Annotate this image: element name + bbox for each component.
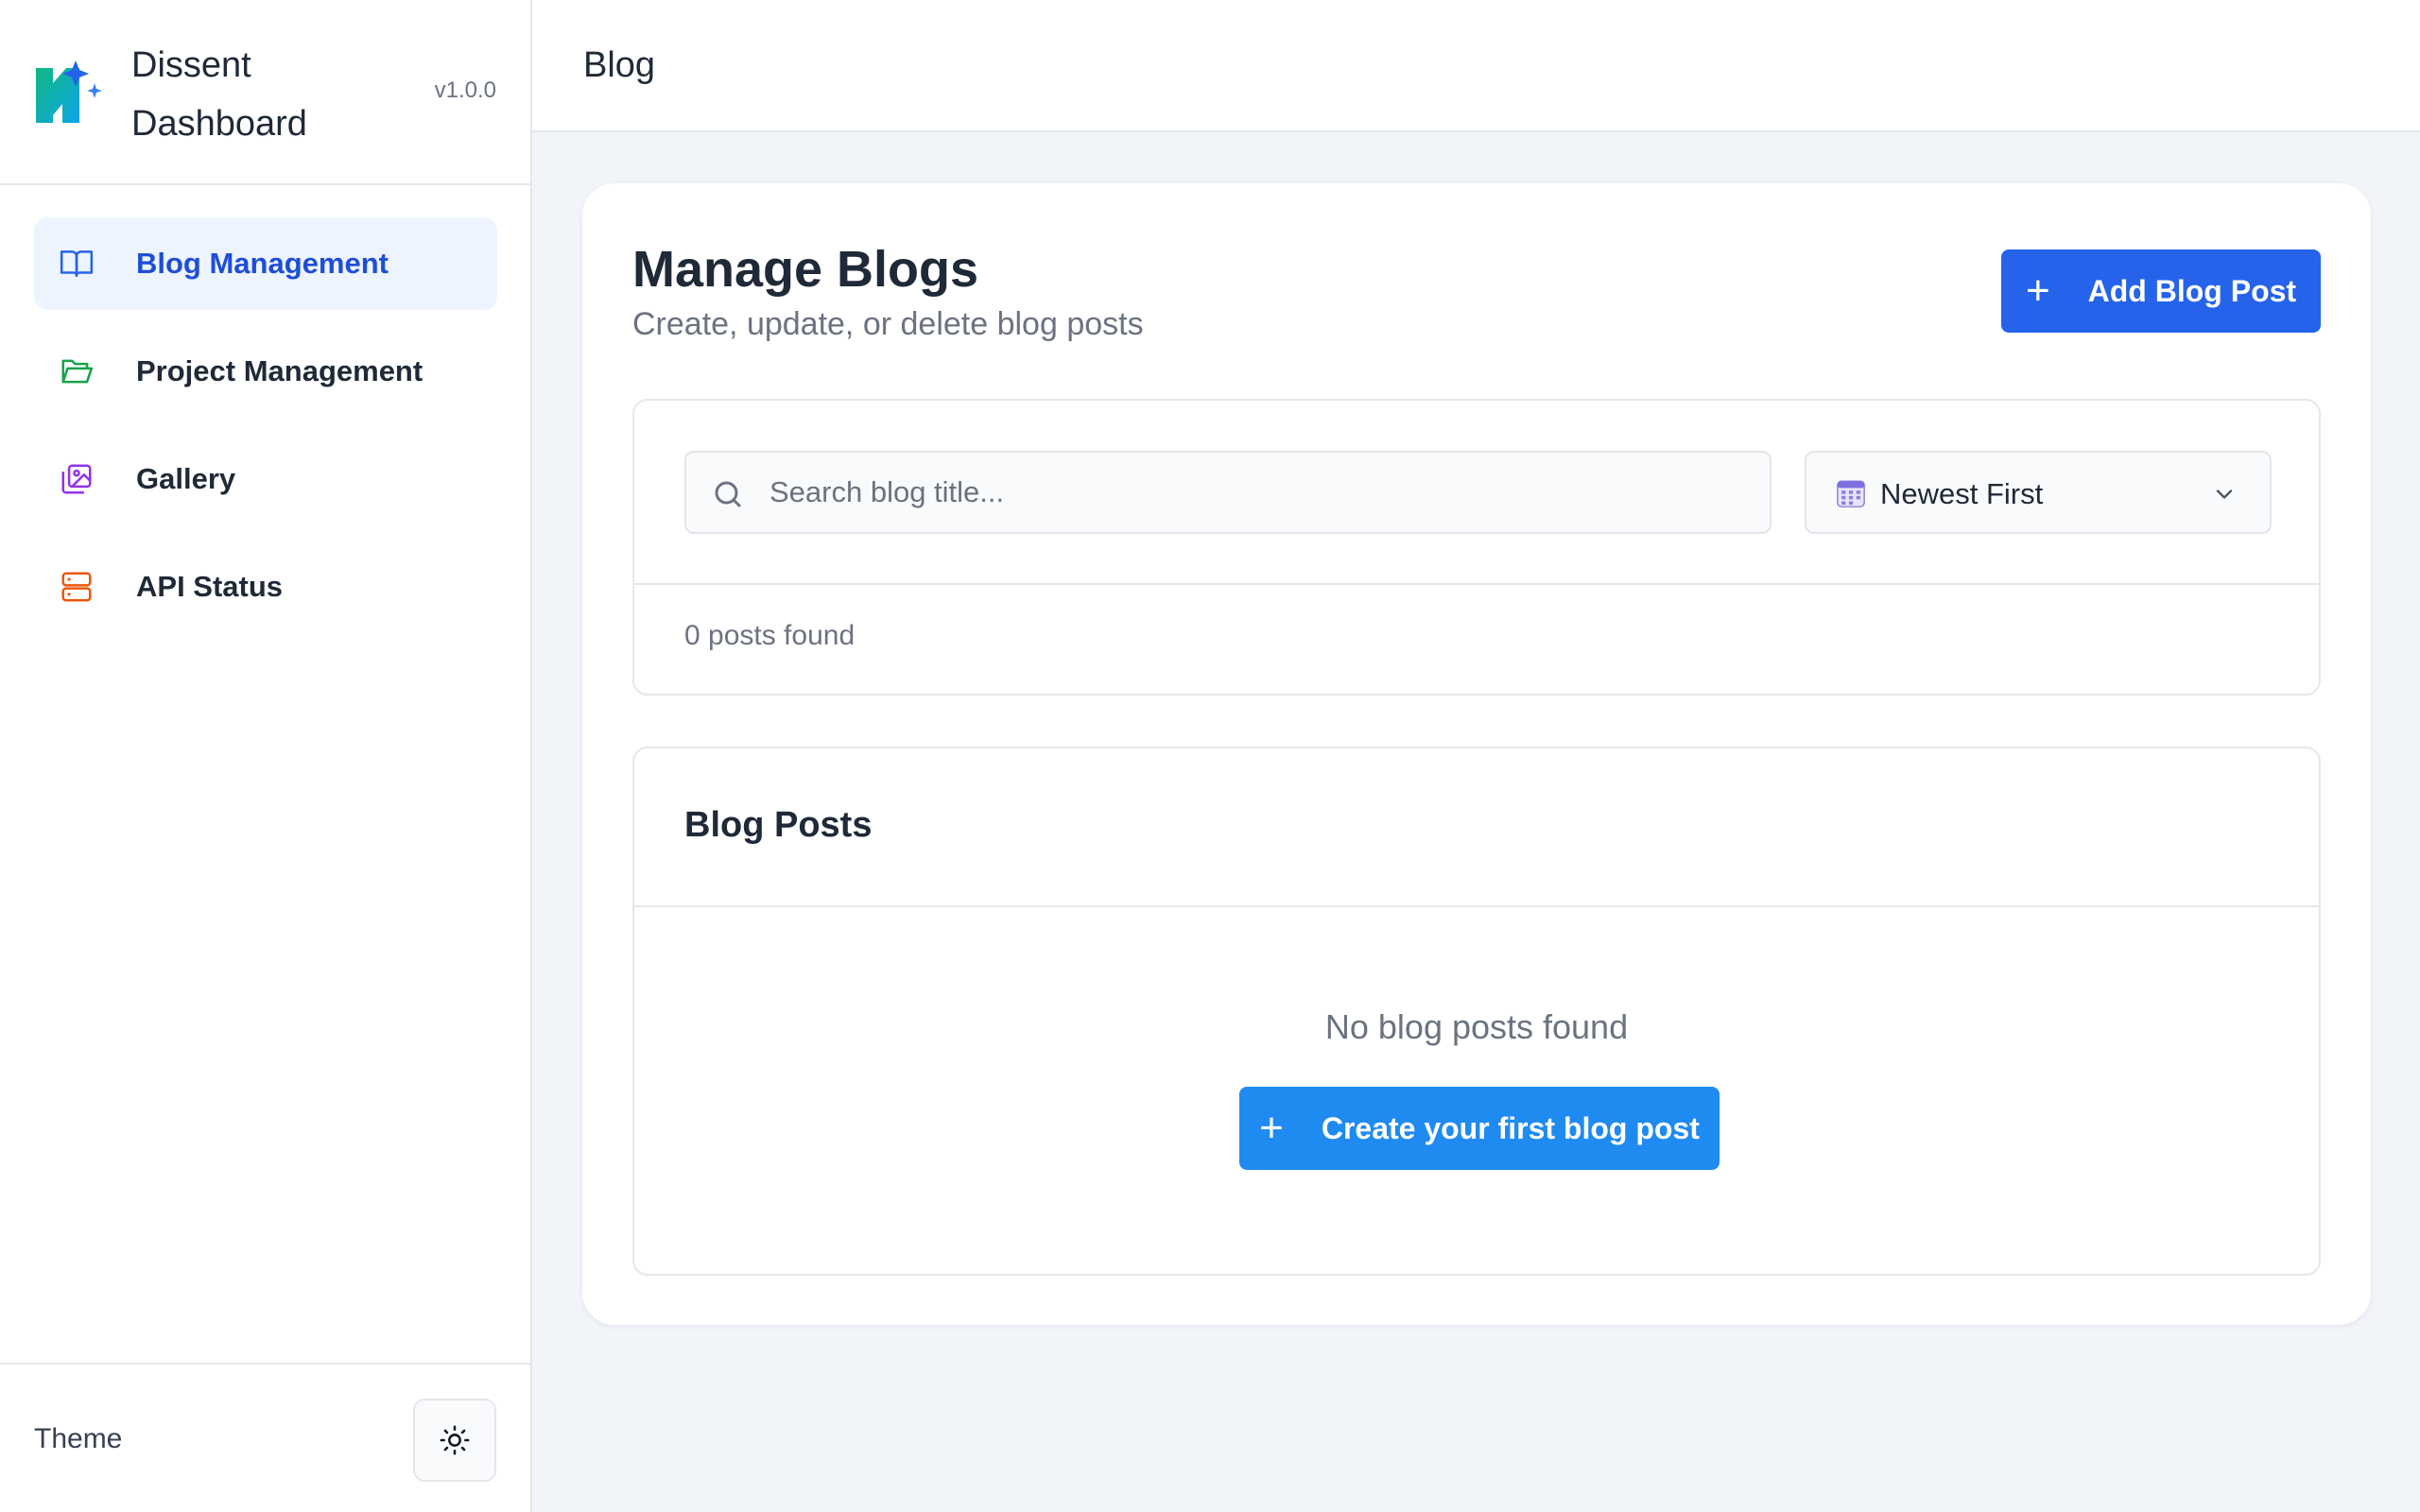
server-icon (61, 572, 92, 602)
app-version: v1.0.0 (434, 77, 496, 103)
create-first-post-button[interactable]: + Create your first blog post (1239, 1087, 1720, 1170)
sidebar-item-label: API Status (136, 570, 284, 603)
sun-icon (440, 1425, 470, 1455)
sort-select-value: Newest First (1880, 477, 2044, 510)
posts-count: 0 posts found (684, 620, 856, 651)
create-first-post-label: Create your first blog post (1321, 1110, 1700, 1145)
blog-posts-title: Blog Posts (684, 805, 873, 845)
sidebar-item-label: Gallery (136, 462, 236, 495)
sort-select[interactable]: Newest First (1805, 451, 2272, 534)
app: Dissent Dashboard v1.0.0 Blog Management… (0, 0, 2420, 1512)
chevron-down-icon (2216, 490, 2233, 499)
add-blog-post-button[interactable]: + Add Blog Post (2001, 249, 2321, 333)
section-subheading: Create, update, or delete blog posts (632, 306, 1144, 342)
blog-posts-panel: Blog Posts No blog posts found + Create … (632, 747, 2321, 1276)
book-open-icon (60, 250, 94, 277)
plus-icon: + (2025, 267, 2050, 314)
filter-panel: Newest First 0 posts found (632, 399, 2321, 696)
add-blog-post-label: Add Blog Post (2087, 273, 2297, 308)
section-heading: Manage Blogs (632, 241, 979, 298)
page-title: Blog (583, 45, 656, 85)
search-input[interactable] (769, 453, 1753, 532)
plus-icon: + (1259, 1105, 1284, 1151)
divider (634, 583, 2319, 585)
sidebar-nav: Blog Management Project Management Galle… (34, 217, 497, 648)
main-card: Manage Blogs Create, update, or delete b… (582, 183, 2371, 1325)
search-icon (715, 481, 741, 507)
theme-toggle-button[interactable] (413, 1399, 496, 1482)
sidebar-footer: Theme (0, 1363, 530, 1512)
top-bar: Blog (532, 0, 2420, 132)
sidebar: Dissent Dashboard v1.0.0 Blog Management… (0, 0, 532, 1512)
sidebar-item-label: Blog Management (136, 247, 389, 280)
theme-label: Theme (34, 1423, 123, 1454)
divider (634, 905, 2319, 907)
sidebar-item-blog-management[interactable]: Blog Management (34, 217, 497, 310)
folder-open-icon (61, 359, 94, 384)
images-icon (61, 464, 92, 494)
empty-state-text: No blog posts found (1324, 1007, 1629, 1046)
sidebar-item-project-management[interactable]: Project Management (34, 325, 497, 418)
sidebar-item-api-status[interactable]: API Status (34, 541, 497, 633)
search-box (684, 451, 1772, 534)
app-name: Dissent Dashboard (131, 45, 307, 144)
sidebar-item-gallery[interactable]: Gallery (34, 433, 497, 525)
sidebar-item-label: Project Management (136, 354, 424, 387)
calendar-icon (1837, 480, 1865, 507)
app-logo-icon (36, 60, 102, 123)
brand-header: Dissent Dashboard v1.0.0 (0, 0, 530, 185)
